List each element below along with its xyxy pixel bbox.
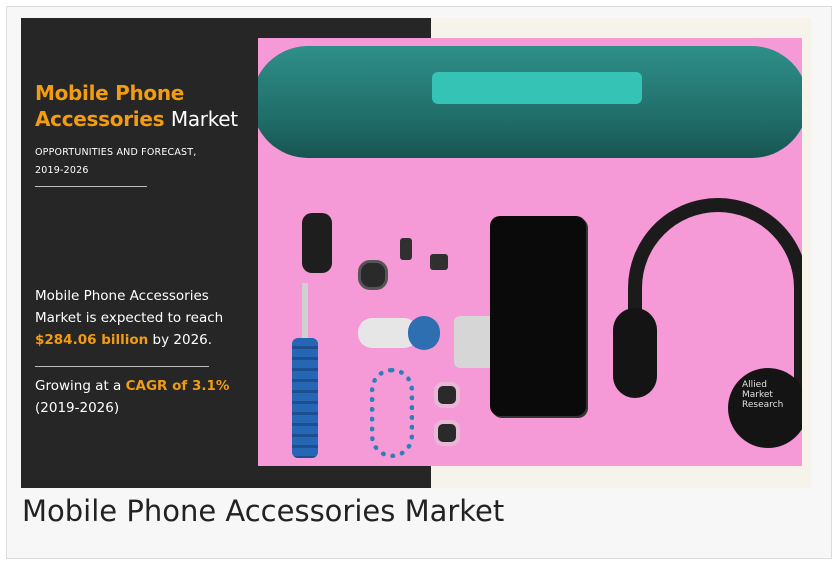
divider [35, 366, 209, 367]
stat1-line2: Market is expected to reach [35, 310, 224, 326]
usb-adapter [400, 238, 412, 260]
stat2-prefix: Growing at a [35, 378, 122, 394]
figure-frame: Mobile Phone Accessories Market OPPORTUN… [6, 6, 832, 559]
cagr-statement: Growing at a CAGR of 3.1% (2019-2026) [35, 375, 265, 419]
subtitle-line1: OPPORTUNITIES AND FORECAST, [35, 147, 197, 158]
speaker-button-panel [432, 72, 642, 104]
accessories-photo: Allied Market Research [258, 38, 802, 466]
title-highlight-line2: Accessories [35, 107, 165, 131]
earbud [434, 420, 460, 446]
market-size-statement: Mobile Phone Accessories Market is expec… [35, 285, 255, 351]
earbud [434, 382, 460, 408]
image-caption: Mobile Phone Accessories Market [22, 494, 505, 528]
headphones-earcup [613, 308, 657, 398]
stat1-suffix: by 2026. [152, 332, 213, 348]
clip-lens [302, 213, 332, 273]
selfie-stick-rod [302, 283, 308, 343]
watermark-line2: Market [742, 390, 773, 400]
infographic-subtitle: OPPORTUNITIES AND FORECAST, 2019-2026 [35, 144, 255, 180]
selfie-stick-handle [292, 338, 318, 458]
braided-cable [370, 368, 414, 458]
title-highlight-line1: Mobile Phone [35, 81, 185, 105]
infographic-title: Mobile Phone Accessories Market [35, 80, 265, 132]
market-size-value: $284.06 billion [35, 332, 149, 348]
subtitle-line2: 2019-2026 [35, 165, 89, 176]
divider [35, 186, 147, 187]
camera-lens [358, 260, 388, 290]
infographic-image: Mobile Phone Accessories Market OPPORTUN… [21, 18, 811, 488]
cagr-value: CAGR of 3.1% [125, 378, 230, 394]
usb-adapter [430, 254, 448, 270]
bluetooth-speaker [258, 46, 802, 158]
stat1-line1: Mobile Phone Accessories [35, 288, 209, 304]
watermark-line3: Research [742, 400, 784, 410]
watermark-line1: Allied [742, 380, 767, 390]
car-charger-cap [408, 316, 440, 350]
title-plain: Market [170, 107, 238, 131]
stat2-period: (2019-2026) [35, 400, 120, 416]
watermark-logo: Allied Market Research [742, 380, 802, 410]
smartphone [490, 216, 586, 416]
